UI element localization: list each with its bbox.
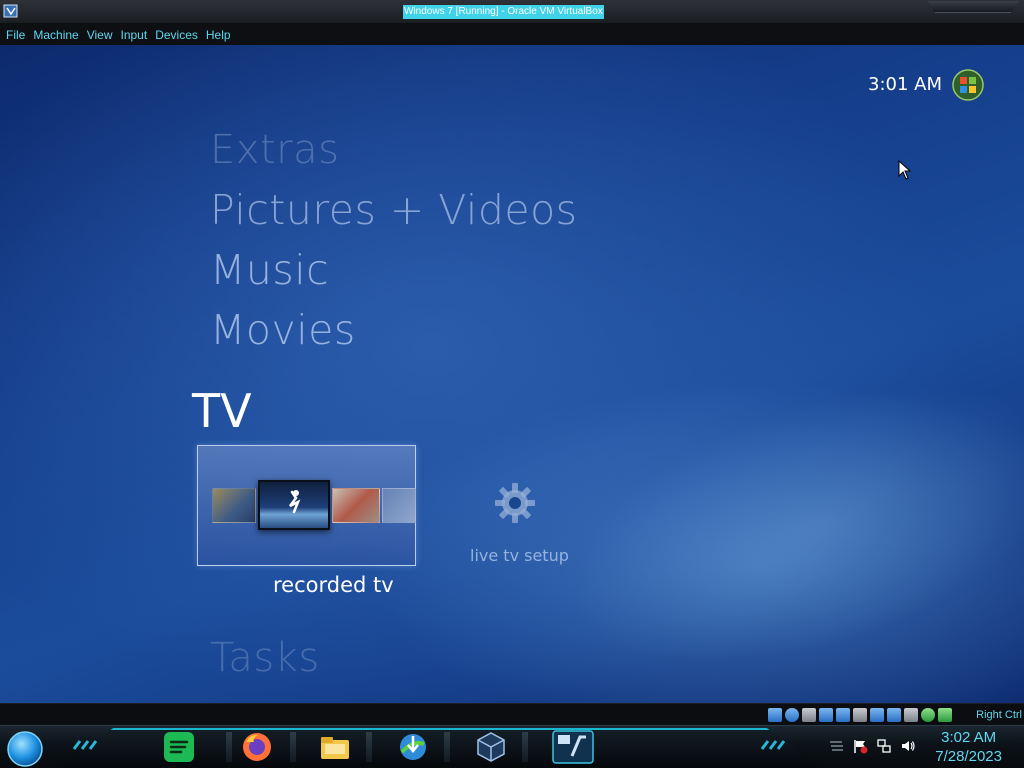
menu-tasks[interactable]: Tasks [210,635,320,681]
thumbnail-4 [382,488,416,523]
download-manager-icon[interactable] [396,730,430,764]
mouse-integration-icon[interactable] [921,708,935,722]
thumbnail-1 [212,488,256,523]
host-taskbar: 3:02 AM 7/28/2023 [0,725,1024,768]
menu-movies[interactable]: Movies [210,306,356,354]
taskbar-separator [226,732,232,762]
hard-disk-icon[interactable] [768,708,782,722]
firefox-icon[interactable] [240,730,274,764]
window-titlebar[interactable]: Windows 7 [Running] - Oracle VM VirtualB… [0,0,1024,24]
virtualbox-icon[interactable] [474,730,508,764]
guest-additions-icon[interactable] [938,708,952,722]
action-center-flag-icon[interactable] [852,738,868,754]
menu-machine[interactable]: Machine [31,28,84,42]
mouse-cursor-icon [898,160,912,180]
menu-view[interactable]: View [85,28,119,42]
optical-drive-icon[interactable] [785,708,799,722]
start-orb-icon[interactable] [6,730,44,768]
taskbar-separator [522,732,528,762]
vm-status-bar: Right Ctrl [0,703,1024,725]
astronaut-icon [289,490,301,514]
clock-date: 7/28/2023 [935,748,1002,765]
menu-pictures-videos[interactable]: Pictures + Videos [210,186,578,234]
menu-tv[interactable]: TV [192,384,252,438]
menu-extras[interactable]: Extras [210,127,339,173]
taskbar-clock[interactable]: 3:02 AM 7/28/2023 [935,728,1002,766]
file-explorer-icon[interactable] [318,730,352,764]
menu-devices[interactable]: Devices [153,28,204,42]
thumbnail-3 [332,488,380,523]
network-tray-icon[interactable] [876,738,892,754]
virtualbox-app-icon[interactable] [3,3,19,19]
menu-file[interactable]: File [4,28,31,42]
host-key-label[interactable]: Right Ctrl [976,709,1022,721]
menu-help[interactable]: Help [204,28,237,42]
taskbar-decoration-icon [760,740,786,750]
device-indicators [768,708,952,722]
recorded-tv-label[interactable]: recorded tv [273,573,394,597]
window-title: Windows 7 [Running] - Oracle VM VirtualB… [403,5,604,19]
display-icon[interactable] [870,708,884,722]
menu-input[interactable]: Input [119,28,154,42]
audio-icon[interactable] [802,708,816,722]
clock-time: 3:02 AM [941,729,997,746]
media-center-start-orb-icon[interactable] [952,69,984,101]
media-center-clock: 3:01 AM [868,74,942,95]
taskbar-separator [366,732,372,762]
volume-icon[interactable] [900,738,916,754]
thumbnail-2 [258,480,330,530]
taskbar-separator [290,732,296,762]
recorded-tv-tile[interactable] [197,445,416,566]
vm-screen[interactable]: 3:01 AM Extras Pictures + Videos Music M… [0,45,1024,703]
live-tv-setup-label[interactable]: live tv setup [470,546,569,565]
taskbar-decoration-icon [72,740,98,750]
shared-folders-icon[interactable] [853,708,867,722]
taskbar-separator [444,732,450,762]
spotify-icon[interactable] [162,730,196,764]
vrde-icon[interactable] [904,708,918,722]
usb-icon[interactable] [836,708,850,722]
windows-7-vm-icon[interactable] [552,730,594,764]
video-capture-icon[interactable] [887,708,901,722]
system-tray [828,738,916,756]
window-controls[interactable] [928,1,1018,13]
menu-bar: File Machine View Input Devices Help [0,24,1024,45]
menu-music[interactable]: Music [210,246,329,294]
show-hidden-icons-icon[interactable] [828,738,844,754]
network-icon[interactable] [819,708,833,722]
gear-icon[interactable] [492,480,538,526]
